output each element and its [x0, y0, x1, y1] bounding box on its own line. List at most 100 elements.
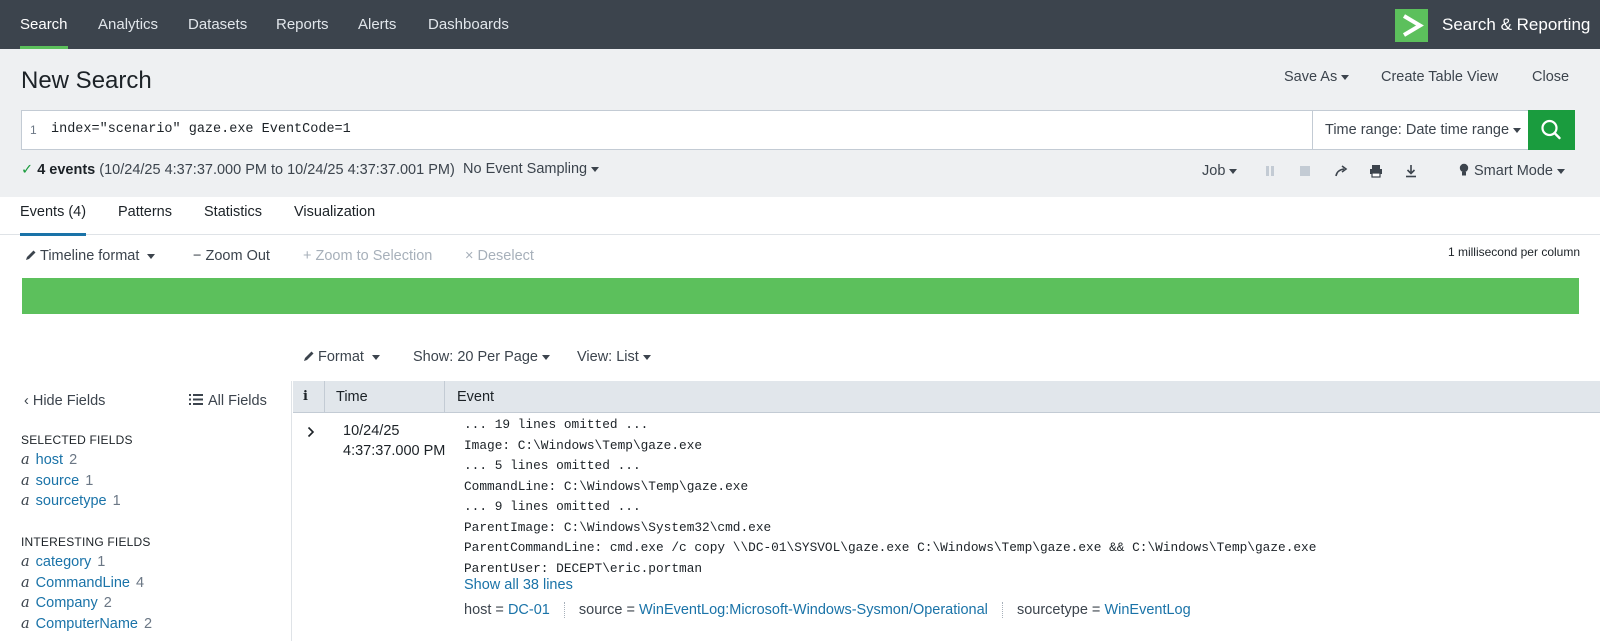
search-mode-menu[interactable]: Smart Mode	[1459, 163, 1565, 179]
timeline-histogram-bar[interactable]	[22, 278, 1579, 314]
field-name: category	[35, 554, 92, 570]
caret-down-icon	[591, 166, 600, 172]
all-fields-button[interactable]: All Fields	[189, 393, 267, 409]
top-navigation-bar: Search Analytics Datasets Reports Alerts…	[0, 0, 1600, 49]
caret-down-icon	[1513, 127, 1522, 133]
deselect-button[interactable]: × Deselect	[465, 248, 534, 264]
field-name: Company	[35, 595, 98, 611]
caret-down-icon	[1556, 168, 1565, 174]
results-tabs: Events (4) Patterns Statistics Visualiza…	[0, 197, 1600, 236]
field-type: a	[21, 493, 30, 509]
field-type: a	[21, 473, 30, 489]
field-category[interactable]: a category 1	[21, 554, 105, 570]
time-range-picker[interactable]: Time range: Date time range	[1312, 111, 1527, 149]
field-type: a	[21, 554, 30, 570]
caret-down-icon	[371, 354, 380, 360]
chevron-right-icon[interactable]	[306, 425, 316, 441]
interesting-fields-title: INTERESTING FIELDS	[21, 535, 151, 549]
plus-icon: +	[303, 248, 316, 264]
zoom-to-selection-button[interactable]: + Zoom to Selection	[303, 248, 432, 264]
zoom-out-label: Zoom Out	[205, 248, 270, 264]
export-icon[interactable]	[1404, 164, 1418, 182]
field-source[interactable]: a source 1	[21, 473, 93, 489]
format-label: Format	[318, 349, 364, 365]
caret-down-icon	[541, 354, 550, 360]
caret-down-icon	[147, 253, 156, 259]
show-all-lines-link[interactable]: Show all 38 lines	[464, 577, 573, 593]
caret-down-icon	[642, 354, 651, 360]
tab-statistics[interactable]: Statistics	[204, 197, 262, 235]
column-divider	[444, 381, 445, 413]
event-sampling-menu[interactable]: No Event Sampling	[463, 161, 600, 177]
nav-alerts[interactable]: Alerts	[358, 0, 396, 49]
pencil-icon	[26, 250, 36, 260]
field-sourcetype[interactable]: a sourcetype 1	[21, 493, 121, 509]
event-column-header: Event	[457, 389, 495, 405]
share-icon[interactable]	[1334, 164, 1348, 182]
field-count: 4	[135, 575, 145, 591]
search-query-input[interactable]: index="scenario" gaze.exe EventCode=1	[51, 122, 1251, 137]
host-value[interactable]: DC-01	[508, 602, 550, 618]
all-fields-label: All Fields	[208, 393, 267, 409]
event-count: 4 events	[37, 162, 96, 178]
meta-divider	[563, 602, 565, 619]
create-table-view-link[interactable]: Create Table View	[1381, 69, 1498, 85]
field-name: ComputerName	[35, 616, 138, 632]
event-metadata: host = DC-01 source = WinEventLog:Micros…	[464, 602, 1191, 619]
selected-fields-title: SELECTED FIELDS	[21, 433, 133, 447]
pause-icon[interactable]	[1264, 165, 1276, 181]
field-count: 2	[103, 595, 112, 611]
source-key: source =	[578, 602, 635, 618]
lightbulb-icon	[1459, 163, 1469, 176]
zoom-out-button[interactable]: − Zoom Out	[193, 248, 270, 264]
print-icon[interactable]	[1369, 164, 1383, 182]
timeline-format-label: Timeline format	[40, 248, 140, 264]
field-company[interactable]: a Company 2	[21, 595, 112, 611]
sourcetype-key: sourcetype =	[1016, 602, 1101, 618]
hide-fields-button[interactable]: ‹ Hide Fields	[24, 393, 105, 409]
time-column-header[interactable]: Time	[336, 381, 368, 413]
caret-down-icon	[1229, 168, 1238, 174]
sampling-label: No Event Sampling	[463, 161, 588, 177]
splunk-chevron-icon[interactable]	[1395, 9, 1428, 42]
per-page-menu[interactable]: Show: 20 Per Page	[413, 349, 550, 365]
source-value[interactable]: WinEventLog:Microsoft-Windows-Sysmon/Ope…	[639, 602, 988, 618]
field-name: CommandLine	[35, 575, 130, 591]
magnifier-icon	[1541, 119, 1561, 140]
tab-patterns[interactable]: Patterns	[118, 197, 172, 235]
tab-visualization[interactable]: Visualization	[294, 197, 375, 235]
save-as-label: Save As	[1284, 69, 1338, 85]
field-host[interactable]: a host 2	[21, 452, 77, 468]
field-type: a	[21, 452, 30, 468]
nav-datasets[interactable]: Datasets	[188, 0, 247, 49]
job-menu[interactable]: Job	[1202, 163, 1238, 179]
chevron-left-icon: ‹	[24, 393, 33, 409]
event-time: 10/24/25 4:37:37.000 PM	[343, 421, 445, 461]
field-type: a	[21, 575, 30, 591]
nav-search[interactable]: Search	[20, 0, 68, 49]
field-computername[interactable]: a ComputerName 2	[21, 616, 152, 632]
search-mode-label: Smart Mode	[1474, 163, 1553, 179]
event-line: ParentUser: DECEPT\eric.portman	[464, 560, 703, 576]
nav-dashboards[interactable]: Dashboards	[428, 0, 509, 49]
stop-icon[interactable]	[1299, 165, 1311, 181]
pencil-icon	[304, 351, 314, 361]
app-title[interactable]: Search & Reporting	[1442, 0, 1590, 49]
event-line: ... 5 lines omitted ...	[464, 458, 641, 473]
zoom-to-selection-label: Zoom to Selection	[315, 248, 433, 264]
save-as-menu[interactable]: Save As	[1284, 69, 1350, 85]
format-menu[interactable]: Format	[303, 349, 380, 365]
search-button[interactable]	[1528, 110, 1575, 150]
nav-analytics[interactable]: Analytics	[98, 0, 158, 49]
field-count: 1	[85, 473, 94, 489]
sourcetype-value[interactable]: WinEventLog	[1104, 602, 1190, 618]
per-page-label: Show: 20 Per Page	[413, 349, 538, 365]
view-menu[interactable]: View: List	[577, 349, 651, 365]
tab-events[interactable]: Events (4)	[20, 197, 87, 236]
field-commandline[interactable]: a CommandLine 4	[21, 575, 144, 591]
timeline-format-menu[interactable]: Timeline format	[25, 248, 156, 264]
nav-reports[interactable]: Reports	[276, 0, 329, 49]
field-name: source	[35, 473, 80, 489]
close-link[interactable]: Close	[1532, 69, 1569, 85]
time-range-label: Time range: Date time range	[1325, 122, 1510, 138]
